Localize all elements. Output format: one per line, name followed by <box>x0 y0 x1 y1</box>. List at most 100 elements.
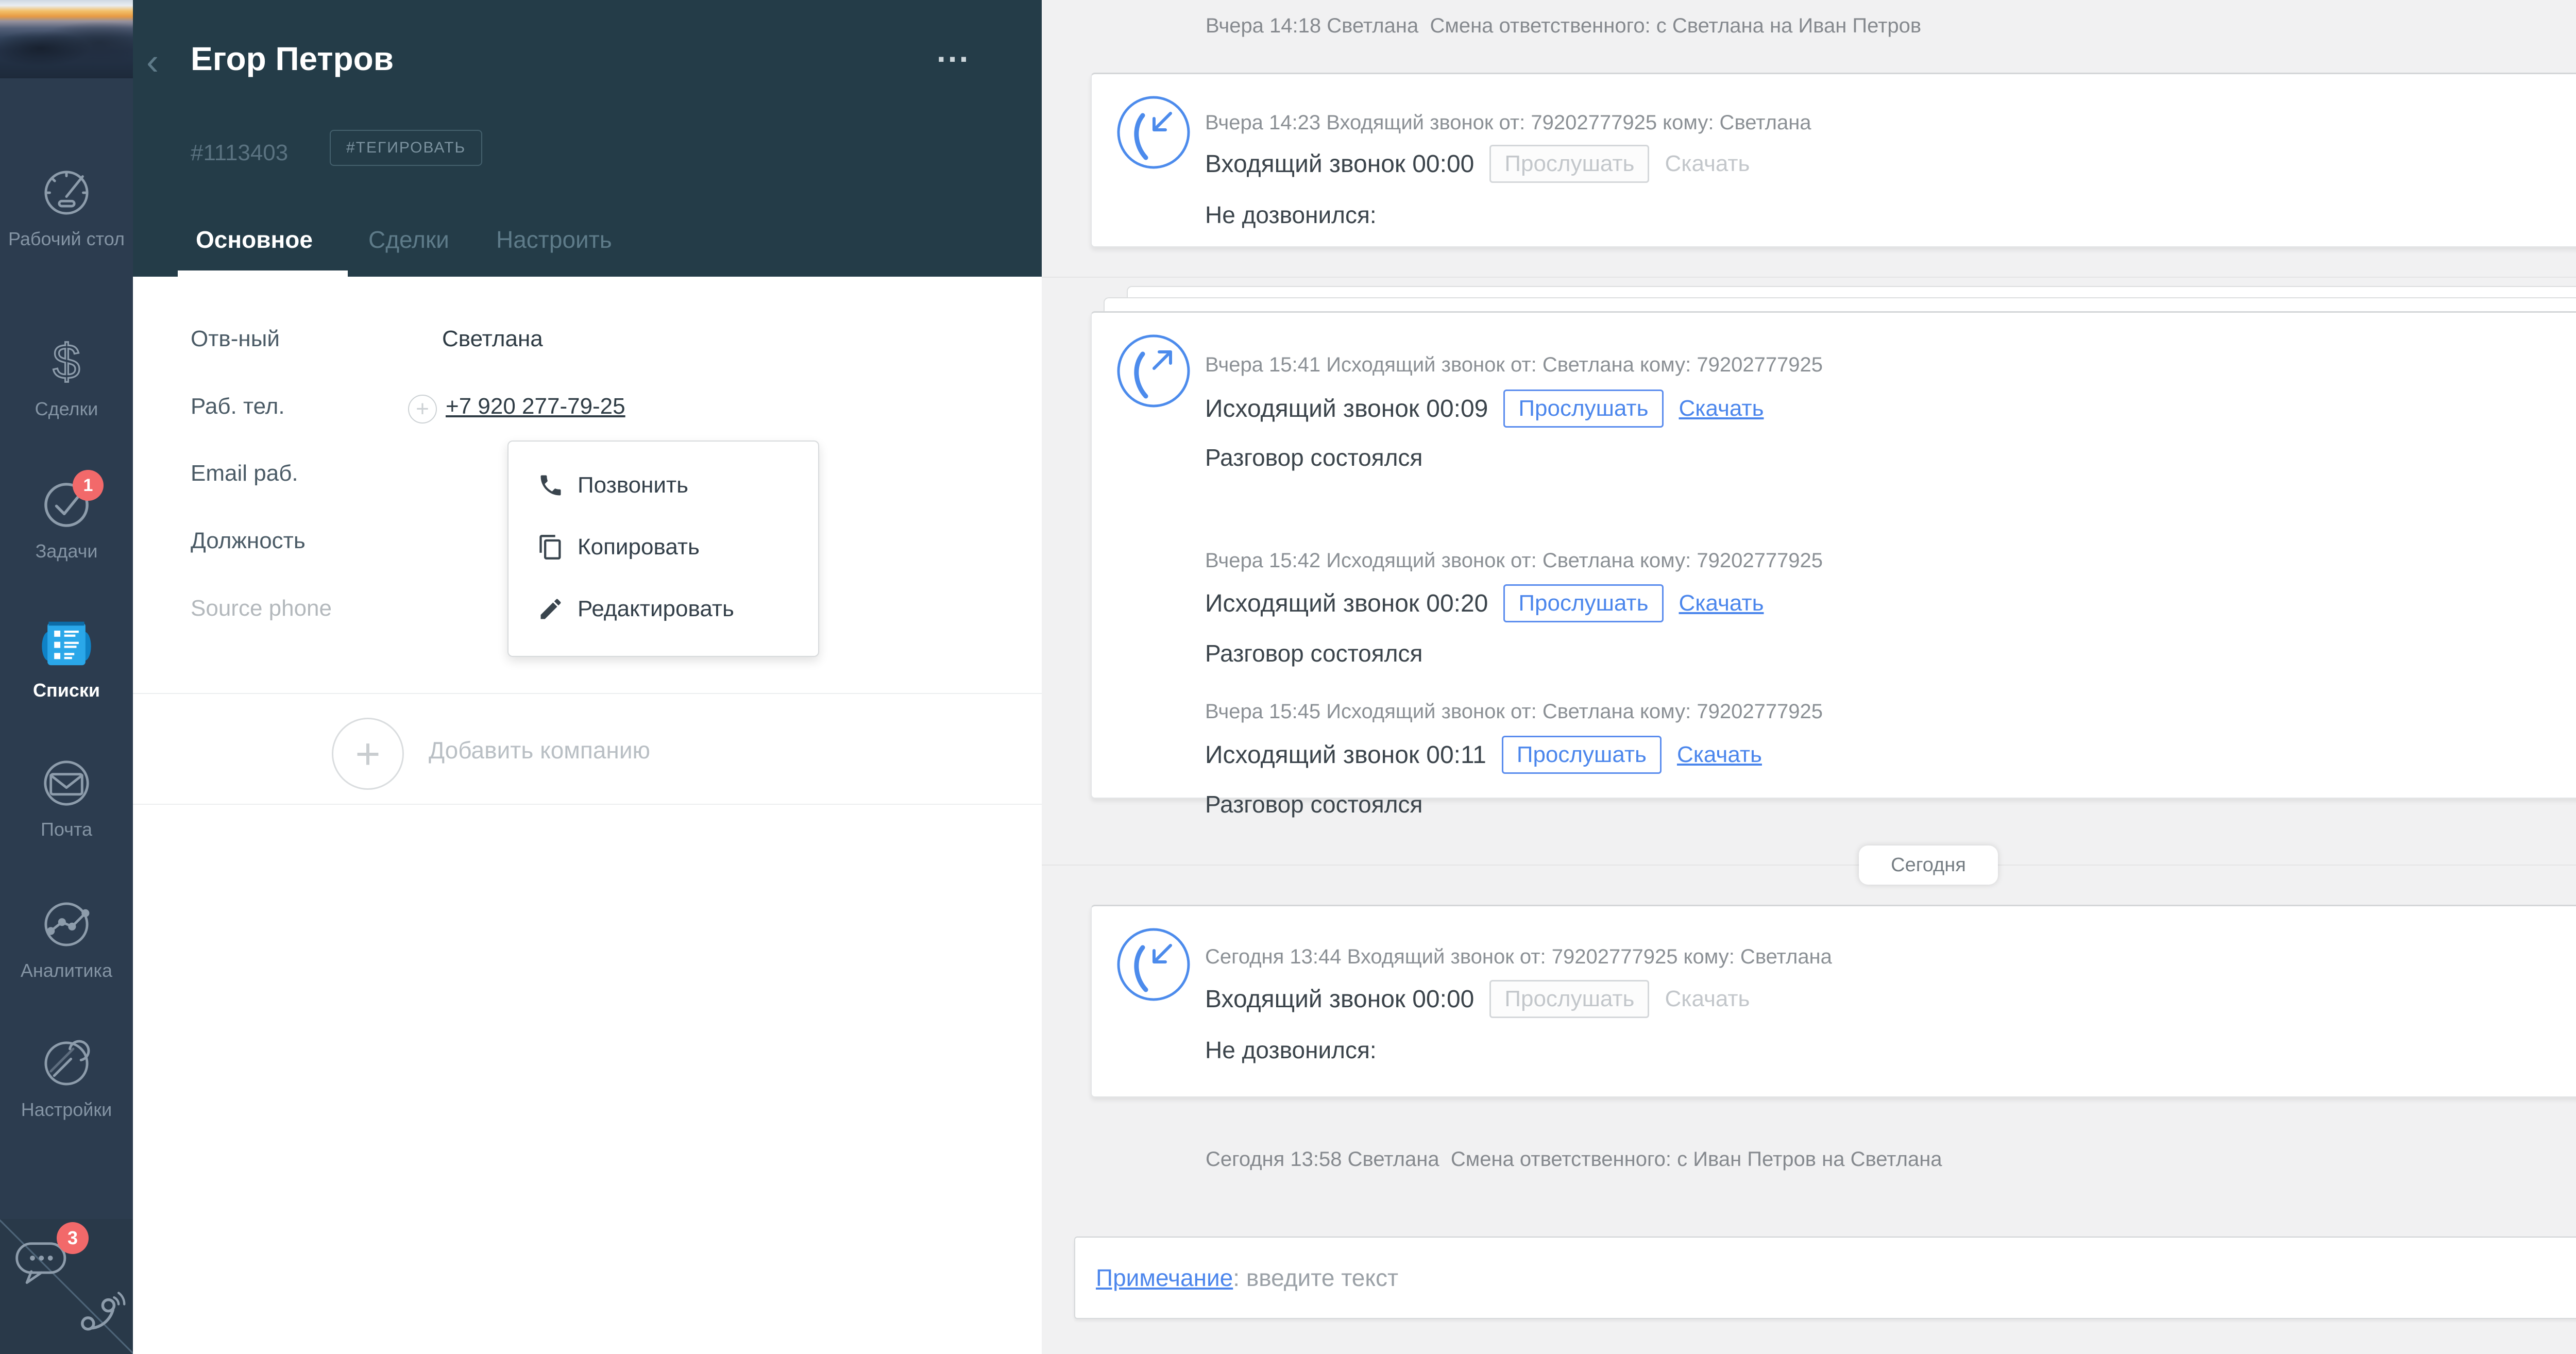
call-meta: Вчера 15:41 Исходящий звонок от: Светлан… <box>1205 353 1823 376</box>
copy-icon <box>539 535 561 560</box>
divider <box>133 804 1042 805</box>
listen-button[interactable]: Прослушать <box>1501 736 1662 774</box>
field-label-position: Должность <box>191 528 306 553</box>
phone-link[interactable]: +7 920 277-79-25 <box>446 394 625 419</box>
kebab-menu-icon[interactable]: ... <box>937 34 970 67</box>
call-meta: Вчера 15:45 Исходящий звонок от: Светлан… <box>1205 700 1823 723</box>
menu-item-edit[interactable]: Редактировать <box>537 591 734 627</box>
call-meta: Вчера 14:23 Входящий звонок от: 79202777… <box>1205 111 1811 134</box>
tasks-icon: 1 <box>40 470 104 537</box>
back-icon[interactable]: ‹ <box>146 43 159 80</box>
sidebar-photo <box>0 0 133 78</box>
feed-divider <box>1042 277 2576 278</box>
settings-icon <box>40 1037 93 1095</box>
menu-item-call[interactable]: Позвонить <box>537 467 688 503</box>
call-title: Исходящий звонок 00:11 <box>1205 741 1486 769</box>
tab-deals[interactable]: Сделки <box>368 226 449 253</box>
lists-icon <box>38 617 95 676</box>
listen-button: Прослушать <box>1489 980 1650 1018</box>
add-phone-icon[interactable]: + <box>408 395 437 424</box>
activity-feed: Вчера 14:18 Светлана Смена ответственног… <box>1042 0 2576 1354</box>
sidebar-item-analytics[interactable]: Аналитика <box>0 898 133 982</box>
incoming-call-icon <box>1115 926 1192 1003</box>
tab-main[interactable]: Основное <box>196 226 313 253</box>
field-value-responsible[interactable]: Светлана <box>442 326 543 352</box>
deals-icon: $ <box>40 334 93 395</box>
chat-badge: 3 <box>57 1222 89 1254</box>
feed-event: Сегодня 13:58 Светлана Смена ответственн… <box>1206 1148 1942 1171</box>
note-type-link[interactable]: Примечание <box>1096 1264 1233 1292</box>
sidebar-item-label: Рабочий стол <box>8 228 125 249</box>
add-company-icon[interactable]: + <box>332 718 404 790</box>
analytics-icon <box>40 898 93 956</box>
call-status: Разговор состоялся <box>1205 791 1423 818</box>
contact-header: ‹ Егор Петров ... #1113403 #ТЕГИРОВАТЬ О… <box>133 0 1042 277</box>
sidebar-corner: 3 <box>0 1219 133 1354</box>
download-link: Скачать <box>1665 151 1750 176</box>
tab-configure[interactable]: Настроить <box>496 226 612 253</box>
contact-name: Егор Петров <box>191 40 394 77</box>
note-input[interactable]: Примечание: введите текст <box>1074 1237 2576 1319</box>
sidebar-item-mail[interactable]: Почта <box>0 756 133 841</box>
contact-id: #1113403 <box>191 140 289 165</box>
feed-event: Вчера 14:18 Светлана Смена ответственног… <box>1206 14 1922 37</box>
edit-icon <box>540 599 561 619</box>
sidebar-item-label: Настройки <box>21 1099 112 1120</box>
add-company-button[interactable]: Добавить компанию <box>429 736 650 764</box>
download-link[interactable]: Скачать <box>1679 396 1764 421</box>
call-card: Вчера 14:23 Входящий звонок от: 79202777… <box>1091 73 2576 247</box>
contact-panel: ‹ Егор Петров ... #1113403 #ТЕГИРОВАТЬ О… <box>133 0 1042 1354</box>
listen-button[interactable]: Прослушать <box>1503 584 1664 622</box>
divider <box>133 693 1042 694</box>
listen-button[interactable]: Прослушать <box>1503 390 1664 428</box>
sidebar-item-label: Списки <box>32 680 100 701</box>
feed-divider <box>1042 865 2576 866</box>
outgoing-call-icon <box>1115 332 1192 410</box>
sidebar-item-label: Задачи <box>35 540 98 562</box>
svg-text:$: $ <box>53 336 80 389</box>
field-label-email: Email раб. <box>191 461 298 486</box>
tasks-badge: 1 <box>73 470 104 501</box>
call-title: Исходящий звонок 00:20 <box>1205 589 1488 617</box>
chat-icon[interactable]: 3 <box>12 1222 89 1297</box>
listen-button: Прослушать <box>1489 145 1650 183</box>
tag-button[interactable]: #ТЕГИРОВАТЬ <box>330 130 483 166</box>
menu-item-copy[interactable]: Копировать <box>537 529 700 565</box>
sidebar-item-tasks[interactable]: 1 Задачи <box>0 470 133 563</box>
download-link[interactable]: Скачать <box>1677 742 1762 768</box>
call-card: Сегодня 13:44 Входящий звонок от: 792027… <box>1091 905 2576 1097</box>
sidebar-item-label: Сделки <box>35 398 98 419</box>
dashboard-icon <box>40 166 93 225</box>
call-meta: Сегодня 13:44 Входящий звонок от: 792027… <box>1205 945 1832 968</box>
call-status: Не дозвонился: <box>1205 1037 1377 1063</box>
sidebar-item-settings[interactable]: Настройки <box>0 1037 133 1121</box>
call-status: Разговор состоялся <box>1205 444 1423 471</box>
card-stack-edge <box>1104 297 2576 313</box>
sidebar: Рабочий стол $ Сделки 1 Задачи Списки По… <box>0 0 133 1354</box>
field-label-source-phone: Source phone <box>191 596 332 621</box>
sidebar-item-desktop[interactable]: Рабочий стол <box>0 166 133 250</box>
call-card-group: Вчера 15:41 Исходящий звонок от: Светлан… <box>1091 311 2576 818</box>
download-link: Скачать <box>1665 986 1750 1011</box>
phone-context-menu: Позвонить Копировать Редактировать <box>507 441 819 657</box>
field-label-work-phone: Раб. тел. <box>191 394 285 419</box>
sidebar-item-lists[interactable]: Списки <box>0 617 133 702</box>
active-tab-underline <box>178 270 348 277</box>
sidebar-item-deals[interactable]: $ Сделки <box>0 334 133 420</box>
call-title: Исходящий звонок 00:09 <box>1205 395 1488 422</box>
call-title: Входящий звонок 00:00 <box>1205 150 1475 178</box>
download-link[interactable]: Скачать <box>1679 590 1764 616</box>
call-title: Входящий звонок 00:00 <box>1205 985 1475 1013</box>
call-icon <box>540 475 561 496</box>
note-placeholder: : введите текст <box>1233 1264 1399 1291</box>
call-status: Не дозвонился: <box>1205 201 1377 228</box>
field-label-responsible: Отв-ный <box>191 326 280 351</box>
crm-app: Рабочий стол $ Сделки 1 Задачи Списки По… <box>0 0 2576 1354</box>
sidebar-item-label: Почта <box>41 819 92 840</box>
mail-icon <box>40 756 93 815</box>
call-status: Разговор состоялся <box>1205 640 1423 667</box>
call-meta: Вчера 15:42 Исходящий звонок от: Светлан… <box>1205 549 1823 572</box>
today-divider: Сегодня <box>1859 845 1998 885</box>
incoming-call-icon <box>1115 94 1192 171</box>
phone-corner-icon[interactable] <box>72 1285 129 1344</box>
